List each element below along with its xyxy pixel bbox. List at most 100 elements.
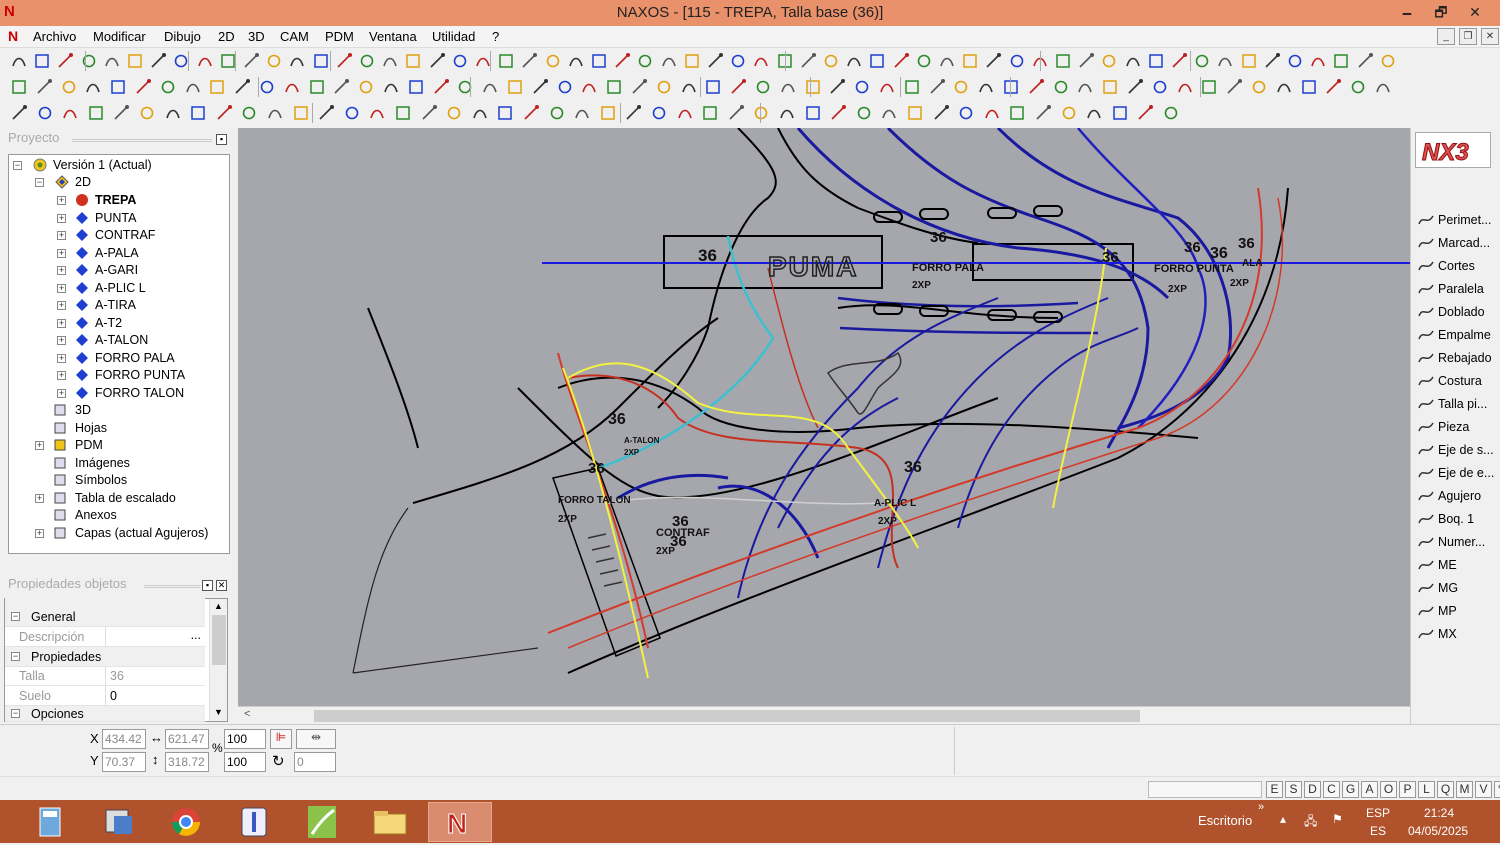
toolbar-tool-icon[interactable] (10, 52, 28, 70)
toolbar-tool-icon[interactable] (630, 78, 648, 96)
mdi-minimize-button[interactable]: _ (1437, 28, 1455, 45)
ellipsis-button[interactable]: ... (191, 625, 201, 645)
desktop-toolbar-label[interactable]: Escritorio (1198, 813, 1252, 828)
toolbar-tool-icon[interactable] (87, 104, 105, 122)
descripcion-field[interactable]: ... (105, 627, 205, 646)
toolbar-tool-icon[interactable] (779, 78, 797, 96)
prop-category-propiedades[interactable]: − Propiedades (5, 647, 205, 667)
toolbar-tool-icon[interactable] (903, 78, 921, 96)
toolbar-tool-icon[interactable] (208, 78, 226, 96)
taskbar-app-icon[interactable] (222, 802, 286, 842)
tool-marcad[interactable]: Marcad... (1417, 233, 1500, 253)
toolbar-tool-icon[interactable] (938, 52, 956, 70)
toolbar-tool-icon[interactable] (804, 78, 822, 96)
toolbar-tool-icon[interactable] (778, 104, 796, 122)
chevron-icon[interactable]: » (1258, 801, 1264, 813)
x-coord-field[interactable]: 434.42 (102, 729, 146, 749)
menu-cam[interactable]: CAM (280, 29, 309, 44)
toolbar-tool-icon[interactable] (1126, 78, 1144, 96)
taskbar-file-explorer-icon[interactable] (358, 802, 422, 842)
tool-doblado[interactable]: Doblado (1417, 302, 1500, 322)
toolbar-tool-icon[interactable] (1356, 52, 1374, 70)
toolbar-tool-icon[interactable] (752, 104, 770, 122)
scale-y-field[interactable]: 100 (224, 752, 266, 772)
toolbar-tool-icon[interactable] (33, 52, 51, 70)
toolbar-tool-icon[interactable] (1147, 52, 1165, 70)
toolbar-tool-icon[interactable] (754, 78, 772, 96)
app-menu-icon[interactable]: N (8, 28, 18, 44)
tool-empalme[interactable]: Empalme (1417, 325, 1500, 345)
toolbar-tool-icon[interactable] (420, 104, 438, 122)
toolbar-tool-icon[interactable] (80, 52, 98, 70)
toolbar-tool-icon[interactable] (915, 52, 933, 70)
toolbar-tool-icon[interactable] (445, 104, 463, 122)
mdi-restore-button[interactable]: ❐ (1459, 28, 1477, 45)
toolbar-tool-icon[interactable] (855, 104, 873, 122)
toolbar-tool-icon[interactable] (983, 104, 1001, 122)
toolbar-tool-icon[interactable] (451, 52, 469, 70)
toolbar-tool-icon[interactable] (149, 52, 167, 70)
toolbar-tool-icon[interactable] (868, 52, 886, 70)
menu-pdm[interactable]: PDM (325, 29, 354, 44)
toolbar-tool-icon[interactable] (394, 104, 412, 122)
prop-row-talla[interactable]: Talla 36 (5, 666, 205, 686)
expand-icon[interactable]: + (57, 266, 66, 275)
layer-filter-button[interactable]: P (1399, 781, 1416, 798)
collapse-icon[interactable]: − (11, 612, 20, 621)
menu-utilidad[interactable]: Utilidad (432, 29, 475, 44)
tool-paralela[interactable]: Paralela (1417, 279, 1500, 299)
toolbar-tool-icon[interactable] (704, 78, 722, 96)
toolbar-tool-icon[interactable] (1300, 78, 1318, 96)
taskbar-leaf-app-icon[interactable] (290, 802, 354, 842)
toolbar-tool-icon[interactable] (522, 104, 540, 122)
toolbar-tool-icon[interactable] (432, 78, 450, 96)
toolbar-tool-icon[interactable] (1374, 78, 1392, 96)
menu-3d[interactable]: 3D (248, 29, 265, 44)
toolbar-tool-icon[interactable] (799, 52, 817, 70)
toolbar-tool-icon[interactable] (1101, 78, 1119, 96)
menu-2d[interactable]: 2D (218, 29, 235, 44)
toolbar-tool-icon[interactable] (126, 52, 144, 70)
toolbar-tool-icon[interactable] (1111, 104, 1129, 122)
collapse-icon[interactable]: − (11, 709, 20, 718)
toolbar-tool-icon[interactable] (1349, 78, 1367, 96)
toolbar-tool-icon[interactable] (265, 52, 283, 70)
toolbar-tool-icon[interactable] (317, 104, 335, 122)
toolbar-tool-icon[interactable] (428, 52, 446, 70)
toolbar-tool-icon[interactable] (103, 52, 121, 70)
toolbar-tool-icon[interactable] (1027, 78, 1045, 96)
keyboard-layout-label[interactable]: ES (1370, 824, 1386, 838)
toolbar-tool-icon[interactable] (61, 104, 79, 122)
toolbar-tool-icon[interactable] (84, 78, 102, 96)
toolbar-tool-icon[interactable] (822, 52, 840, 70)
language-label[interactable]: ESP (1366, 806, 1390, 820)
menu-help[interactable]: ? (492, 29, 499, 44)
menu-modificar[interactable]: Modificar (93, 29, 146, 44)
height-field[interactable]: 318.72 (165, 752, 209, 772)
toolbar-tool-icon[interactable] (729, 78, 747, 96)
toolbar-tool-icon[interactable] (292, 104, 310, 122)
toolbar-tool-icon[interactable] (266, 104, 284, 122)
toolbar-tool-icon[interactable] (1286, 52, 1304, 70)
toolbar-tool-icon[interactable] (258, 78, 276, 96)
tool-talla-pi[interactable]: Talla pi... (1417, 394, 1500, 414)
toolbar-tool-icon[interactable] (880, 104, 898, 122)
toolbar-tool-icon[interactable] (196, 52, 214, 70)
expand-icon[interactable]: + (57, 231, 66, 240)
prop-row-descripcion[interactable]: Descripción ... (5, 627, 205, 647)
toolbar-tool-icon[interactable] (655, 78, 673, 96)
toolbar-tool-icon[interactable] (308, 78, 326, 96)
toolbar-tool-icon[interactable] (1008, 52, 1026, 70)
toolbar-tool-icon[interactable] (683, 52, 701, 70)
toolbar-tool-icon[interactable] (878, 78, 896, 96)
toolbar-tool-icon[interactable] (1124, 52, 1142, 70)
collapse-icon[interactable]: − (35, 178, 44, 187)
toolbar-tool-icon[interactable] (1193, 52, 1211, 70)
toolbar-tool-icon[interactable] (1054, 52, 1072, 70)
toolbar-tool-icon[interactable] (605, 78, 623, 96)
toolbar-tool-icon[interactable] (1077, 52, 1095, 70)
toolbar-tool-icon[interactable] (804, 104, 822, 122)
layer-filter-button[interactable]: V (1475, 781, 1492, 798)
close-button[interactable]: ✕ (1458, 0, 1492, 26)
tool-me[interactable]: ME (1417, 555, 1500, 575)
